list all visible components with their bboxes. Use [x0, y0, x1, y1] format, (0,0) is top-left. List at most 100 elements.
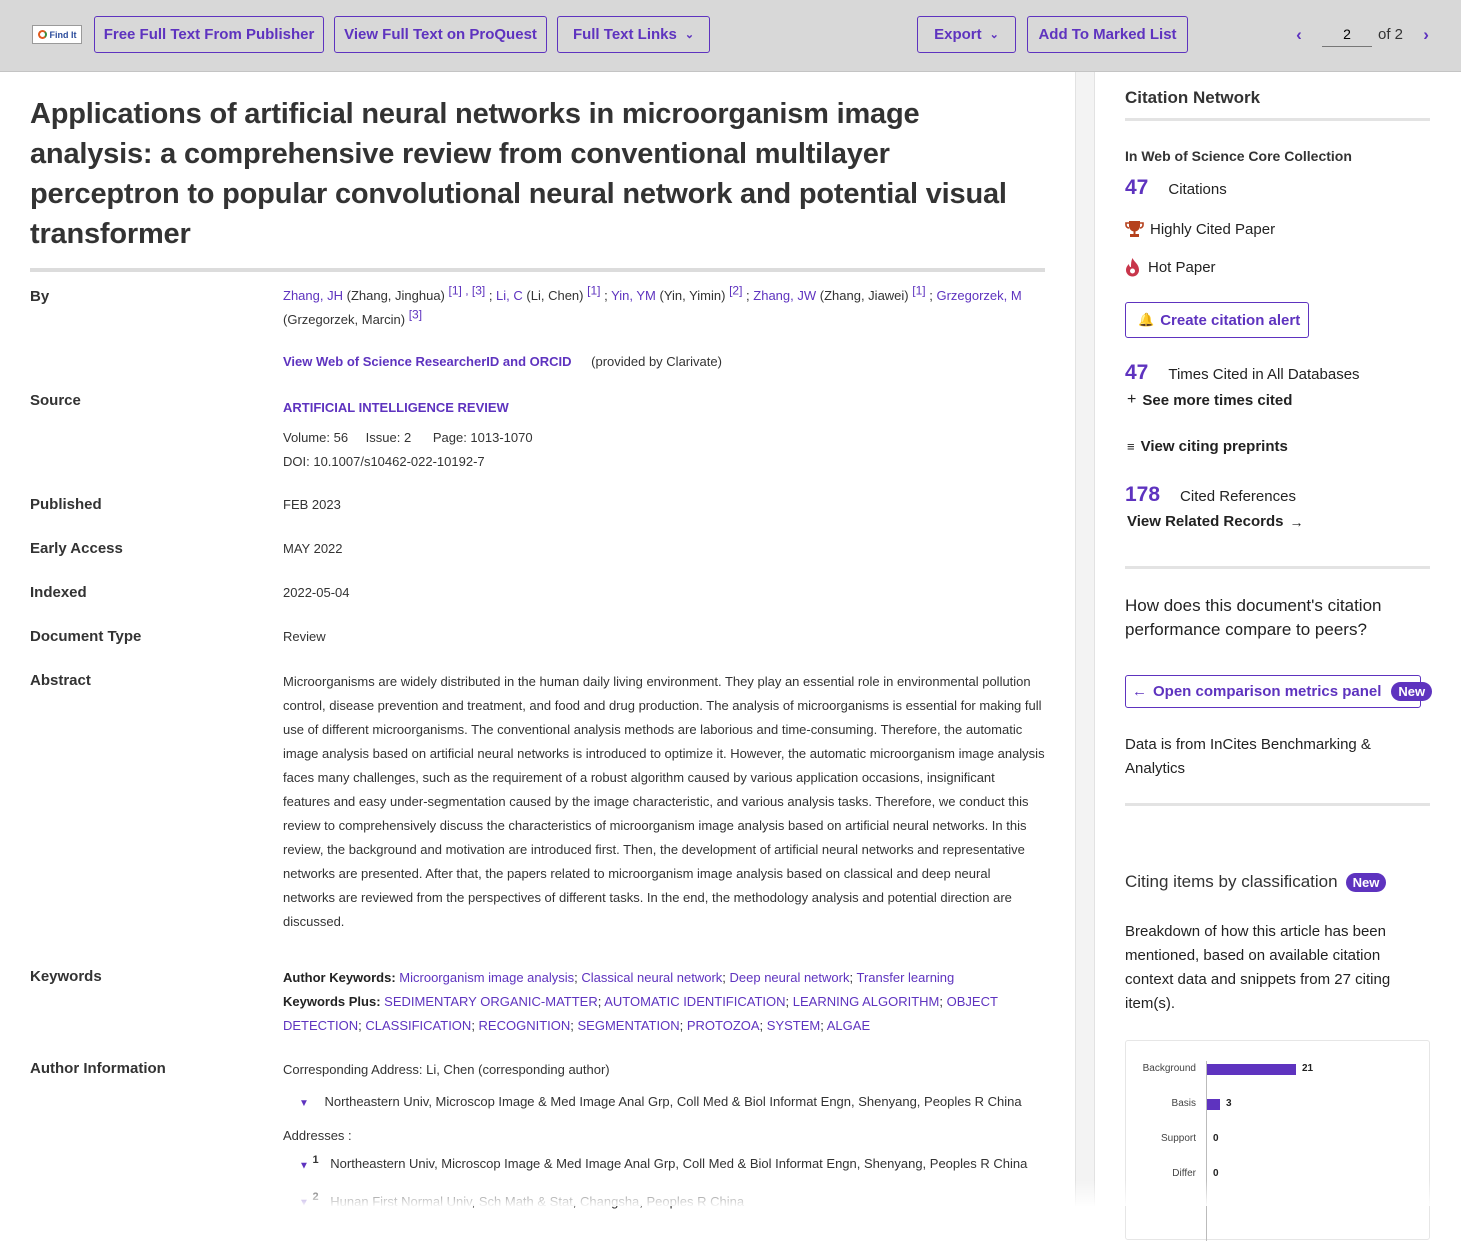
record-toolbar: Find It Free Full Text From Publisher Vi…: [0, 0, 1461, 72]
keyword-plus-link[interactable]: AUTOMATIC IDENTIFICATION: [604, 994, 785, 1009]
create-citation-alert-button[interactable]: 🔔 Create citation alert: [1125, 302, 1309, 338]
full-text-links-label: Full Text Links: [572, 26, 677, 43]
author-keyword-link[interactable]: Microorganism image analysis: [399, 970, 574, 985]
sidebar-divider: [1125, 118, 1430, 121]
keyword-plus-link[interactable]: LEARNING ALGORITHM: [793, 994, 940, 1009]
citing-items-header: Citing items by classification New: [1125, 872, 1387, 892]
researcher-id-line: View Web of Science ResearcherID and ORC…: [283, 350, 1045, 374]
pages: Page: 1013-1070: [432, 430, 533, 445]
see-more-times-cited-button[interactable]: + See more times cited: [1127, 391, 1292, 409]
author-keyword-link[interactable]: Classical neural network: [581, 970, 722, 985]
expand-caret-icon[interactable]: ▼: [299, 1160, 309, 1171]
doi: DOI: 10.1007/s10462-022-10192-7: [283, 454, 485, 469]
keywords-label: Keywords: [30, 968, 102, 985]
researcher-id-link[interactable]: View Web of Science ResearcherID and ORC…: [283, 354, 572, 369]
times-cited-count-link[interactable]: 47: [1125, 361, 1148, 385]
author-keyword-link[interactable]: Deep neural network: [730, 970, 850, 985]
author-link[interactable]: Yin, YM: [611, 288, 656, 303]
citations-label: Citations: [1168, 181, 1227, 198]
keyword-plus-link[interactable]: ALGAE: [827, 1018, 870, 1033]
author-link[interactable]: Grzegorzek, M: [936, 288, 1021, 303]
source-details: ARTIFICIAL INTELLIGENCE REVIEW Volume: 5…: [283, 396, 1045, 474]
author-link[interactable]: Li, C: [496, 288, 523, 303]
page-number-input[interactable]: [1322, 22, 1372, 47]
indexed-value: 2022-05-04: [283, 585, 350, 600]
keyword-plus-link[interactable]: CLASSIFICATION: [365, 1018, 471, 1033]
author-affiliation-ref[interactable]: [1]: [912, 284, 925, 298]
author-affiliation-ref[interactable]: [2]: [729, 284, 742, 298]
citing-items-heading: Citing items by classification: [1125, 872, 1338, 891]
addresses-label: Addresses :: [283, 1128, 352, 1143]
author-link[interactable]: Zhang, JW: [753, 288, 816, 303]
new-badge: New: [1345, 872, 1387, 892]
author-full-name: (Zhang, Jiawei): [819, 288, 909, 303]
author-full-name: (Li, Chen): [526, 288, 584, 303]
previous-record-icon[interactable]: ‹: [1290, 25, 1308, 45]
author-affiliation-ref[interactable]: [3]: [409, 308, 422, 322]
new-badge: New: [1391, 682, 1433, 701]
journal-link[interactable]: ARTIFICIAL INTELLIGENCE REVIEW: [283, 400, 509, 415]
bar[interactable]: [1207, 1064, 1296, 1075]
by-label: By: [30, 288, 50, 305]
corresponding-address-text: Northeastern Univ, Microscop Image & Med…: [324, 1094, 1022, 1109]
address-item: ▼ 1 Northeastern Univ, Microscop Image &…: [283, 1148, 1045, 1178]
view-citing-preprints-link[interactable]: ≡ View citing preprints: [1127, 438, 1288, 455]
bar-value-label: 0: [1213, 1168, 1219, 1179]
free-full-text-button[interactable]: Free Full Text From Publisher: [94, 16, 324, 53]
keyword-plus-link[interactable]: PROTOZOA: [687, 1018, 760, 1033]
chart-axis: [1206, 1061, 1207, 1241]
keyword-plus-link[interactable]: RECOGNITION: [479, 1018, 571, 1033]
add-to-marked-list-button[interactable]: Add To Marked List: [1027, 16, 1188, 53]
indexed-label: Indexed: [30, 584, 87, 601]
author-affiliation-ref[interactable]: [1]: [587, 284, 600, 298]
next-record-icon[interactable]: ›: [1417, 25, 1435, 45]
provided-by-text: (provided by Clarivate): [591, 354, 722, 369]
early-access-label: Early Access: [30, 540, 123, 557]
citations-count-link[interactable]: 47: [1125, 176, 1148, 200]
bar-value-label: 0: [1213, 1133, 1219, 1144]
author-link[interactable]: Zhang, JH: [283, 288, 343, 303]
authors-list: Zhang, JH (Zhang, Jinghua) [1] , [3] ; L…: [283, 283, 1022, 327]
volume: Volume: 56: [283, 430, 349, 445]
author-full-name: (Grzegorzek, Marcin): [283, 312, 406, 327]
expand-caret-icon[interactable]: ▼: [299, 1098, 309, 1109]
hot-paper-badge: Hot Paper: [1125, 258, 1216, 277]
author-keywords-label: Author Keywords:: [283, 970, 396, 985]
author-affiliation-ref[interactable]: [1] , [3]: [449, 284, 486, 298]
document-type-label: Document Type: [30, 628, 142, 645]
plus-icon: +: [1127, 391, 1137, 408]
keywords-plus-label: Keywords Plus:: [283, 994, 381, 1009]
keyword-plus-link[interactable]: SEDIMENTARY ORGANIC-MATTER: [384, 994, 598, 1009]
page-total: of 2: [1378, 26, 1404, 43]
cited-references-label: Cited References: [1180, 488, 1296, 505]
keyword-plus-link[interactable]: SYSTEM: [767, 1018, 820, 1033]
compare-question: How does this document's citation perfor…: [1125, 596, 1382, 639]
record-title: Applications of artificial neural networ…: [30, 98, 1007, 250]
export-dropdown[interactable]: Export ⌄: [917, 16, 1016, 53]
author-information-label: Author Information: [30, 1060, 166, 1077]
bar-category-label: Support: [1160, 1133, 1196, 1144]
view-related-label: View Related Records: [1127, 513, 1284, 530]
corresponding-address-item: ▼ Northeastern Univ, Microscop Image & M…: [283, 1090, 1045, 1116]
keyword-plus-link[interactable]: SEGMENTATION: [578, 1018, 680, 1033]
bar[interactable]: [1207, 1099, 1220, 1110]
find-it-logo-icon: [37, 30, 47, 39]
export-label: Export: [934, 26, 982, 43]
source-label: Source: [30, 392, 81, 409]
published-value: FEB 2023: [283, 497, 341, 512]
cited-references-stat: 178 Cited References: [1125, 483, 1296, 507]
cited-references-count-link[interactable]: 178: [1125, 483, 1160, 507]
full-text-links-dropdown[interactable]: Full Text Links ⌄: [557, 16, 710, 53]
address-number: 1: [312, 1154, 319, 1166]
proquest-full-text-button[interactable]: View Full Text on ProQuest: [334, 16, 547, 53]
bell-icon: 🔔: [1138, 312, 1155, 327]
data-source-note: Data is from InCites Benchmarking & Anal…: [1125, 736, 1371, 777]
bar-category-label: Basis: [1171, 1098, 1196, 1109]
sidebar-divider: [1125, 566, 1430, 569]
view-related-records-link[interactable]: View Related Records →: [1127, 513, 1303, 530]
author-full-name: (Zhang, Jinghua): [346, 288, 445, 303]
find-it-button[interactable]: Find It: [32, 25, 82, 44]
author-keyword-link[interactable]: Transfer learning: [856, 970, 954, 985]
open-comparison-panel-button[interactable]: ← Open comparison metrics panel New: [1125, 675, 1433, 708]
early-access-value: MAY 2022: [283, 541, 343, 556]
